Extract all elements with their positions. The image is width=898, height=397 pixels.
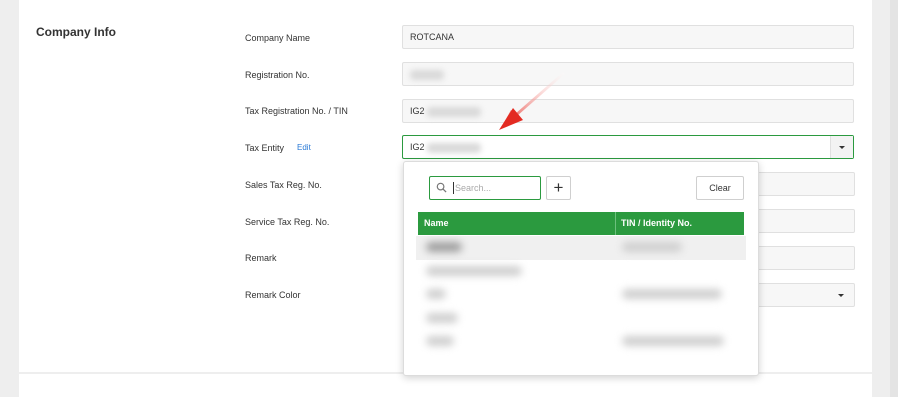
service-tax-input[interactable] — [757, 209, 855, 233]
sales-tax-input[interactable] — [757, 172, 855, 196]
next-card — [19, 374, 872, 397]
table-row[interactable] — [416, 260, 746, 284]
column-header-tin: TIN / Identity No. — [621, 218, 692, 228]
scrollbar-track[interactable] — [890, 0, 898, 397]
clear-button[interactable]: Clear — [696, 176, 744, 200]
table-body — [416, 236, 746, 356]
add-entity-button[interactable]: + — [546, 176, 571, 200]
table-cell — [622, 289, 722, 299]
table-cell — [622, 336, 724, 346]
company-name-value: ROTCANA — [410, 32, 455, 42]
redacted-value — [427, 142, 482, 153]
column-header-name: Name — [424, 218, 449, 228]
redacted-value — [427, 106, 482, 117]
remark-input[interactable] — [757, 246, 855, 270]
tax-entity-label: Tax Entity — [245, 143, 285, 153]
text-cursor — [453, 182, 454, 194]
section-title: Company Info — [36, 25, 116, 39]
tax-entity-value: IG2 — [410, 142, 425, 152]
redacted-value — [410, 69, 444, 80]
search-placeholder: Search... — [455, 183, 492, 193]
table-cell — [426, 266, 522, 276]
table-cell — [622, 242, 682, 252]
table-row[interactable] — [416, 236, 746, 260]
search-input[interactable]: Search... — [429, 176, 541, 200]
chevron-down-icon[interactable] — [830, 136, 853, 158]
sales-tax-label: Sales Tax Reg. No. — [245, 180, 322, 190]
tax-registration-input[interactable]: IG2 — [402, 99, 854, 123]
table-header: Name TIN / Identity No. — [418, 212, 744, 235]
company-name-label: Company Name — [245, 33, 311, 43]
table-row[interactable] — [416, 330, 746, 354]
remark-label: Remark — [245, 253, 277, 263]
table-row[interactable] — [416, 283, 746, 307]
table-cell — [426, 336, 454, 346]
tax-entity-dropdown: Search... + Clear Name TIN / Identity No… — [403, 161, 759, 376]
remark-color-label: Remark Color — [245, 290, 301, 300]
tax-registration-value: IG2 — [410, 106, 425, 116]
registration-no-input[interactable] — [402, 62, 854, 86]
tax-registration-label: Tax Registration No. / TIN — [245, 106, 348, 116]
column-divider — [615, 212, 616, 235]
company-name-input[interactable]: ROTCANA — [402, 25, 854, 49]
service-tax-label: Service Tax Reg. No. — [245, 217, 330, 227]
table-cell — [426, 289, 446, 299]
tax-entity-select[interactable]: IG2 — [402, 135, 854, 159]
remark-color-select[interactable] — [757, 283, 855, 307]
registration-no-label: Registration No. — [245, 70, 310, 80]
tax-entity-edit-link[interactable]: Edit — [297, 143, 311, 152]
table-cell — [426, 313, 458, 323]
search-icon — [436, 182, 447, 193]
annotation-arrow-icon — [499, 72, 565, 130]
table-cell — [426, 242, 462, 252]
table-row[interactable] — [416, 307, 746, 331]
